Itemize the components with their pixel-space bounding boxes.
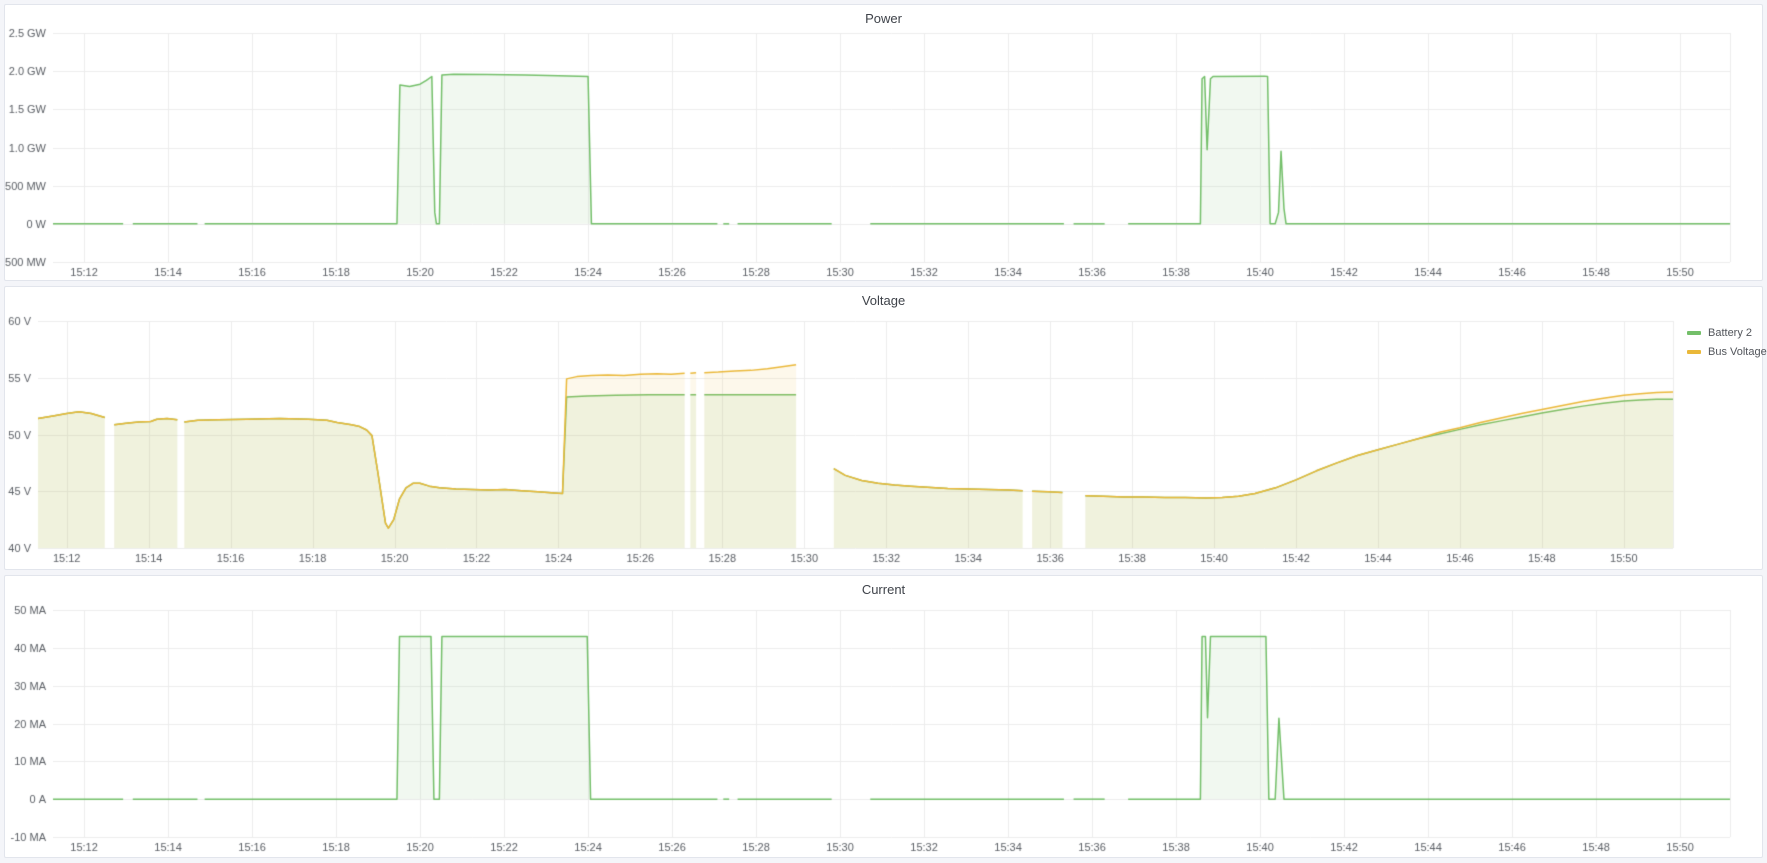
legend-item-bus-voltage[interactable]: Bus Voltage	[1687, 342, 1767, 361]
current-chart-canvas[interactable]	[5, 576, 1762, 857]
power-panel: Power	[4, 4, 1763, 281]
voltage-chart-canvas[interactable]	[5, 287, 1762, 569]
power-chart-canvas[interactable]	[5, 5, 1762, 280]
grafana-dashboard: { "theme": { "page_bg": "#f4f5f9", "pane…	[0, 0, 1767, 863]
legend-label-bus-voltage: Bus Voltage	[1708, 346, 1767, 358]
current-panel: Current	[4, 575, 1763, 858]
voltage-panel-title: Voltage	[5, 287, 1762, 308]
voltage-legend: Battery 2 Bus Voltage	[1687, 323, 1767, 361]
legend-label-battery-2: Battery 2	[1708, 327, 1752, 339]
current-panel-title: Current	[5, 576, 1762, 597]
legend-item-battery-2[interactable]: Battery 2	[1687, 323, 1767, 342]
bus-voltage-series-swatch	[1687, 350, 1701, 354]
power-panel-title: Power	[5, 5, 1762, 26]
voltage-panel: Voltage Battery 2 Bus Voltage	[4, 286, 1763, 570]
battery-2-series-swatch	[1687, 331, 1701, 335]
